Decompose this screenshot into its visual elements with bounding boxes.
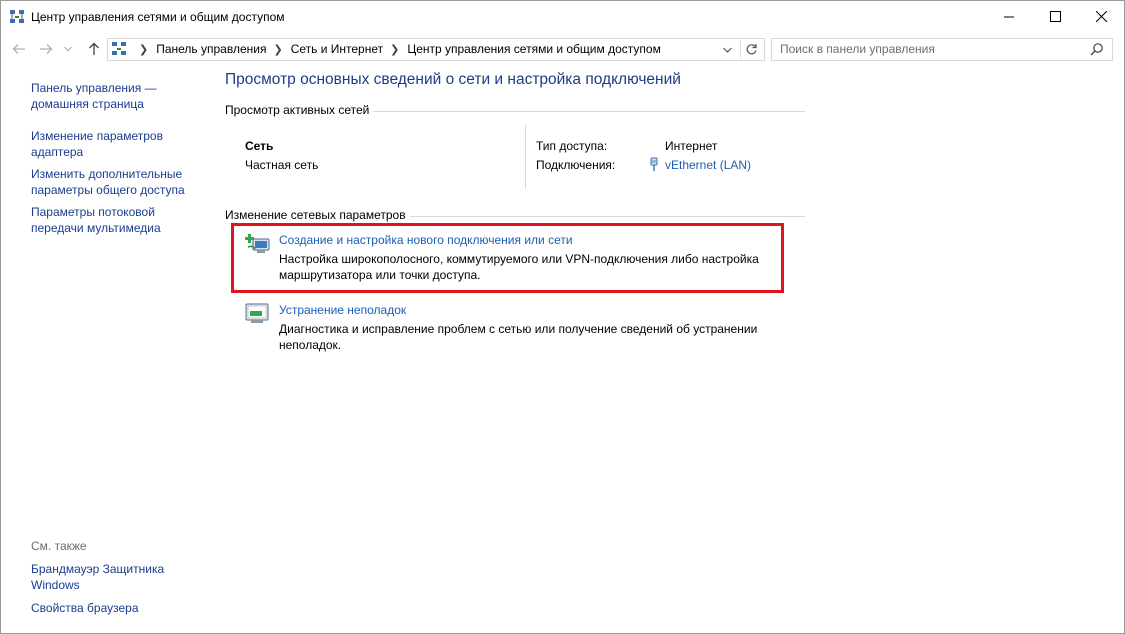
chevron-down-icon — [64, 46, 72, 52]
see-also-link-label: Свойства браузера — [31, 601, 139, 615]
sidebar-link-label: Изменить дополнительные — [31, 167, 183, 181]
back-button[interactable] — [10, 40, 28, 58]
sidebar-link-label: Изменение параметров — [31, 129, 163, 143]
minimize-icon — [1004, 16, 1014, 17]
ethernet-icon — [649, 157, 659, 175]
task-description: Настройка широкополосного, коммутируемог… — [279, 252, 789, 283]
navigation-bar: ❯ Панель управления ❯ Сеть и Интернет ❯ Центр… — [1, 36, 1124, 62]
arrow-up-icon — [89, 42, 99, 55]
network-type: Частная сеть — [245, 158, 319, 172]
minimize-button[interactable] — [986, 1, 1032, 32]
breadcrumb-item-network-internet[interactable]: Сеть и Интернет — [291, 42, 383, 56]
breadcrumb: ❯ Панель управления ❯ Сеть и Интернет ❯ Центр… — [132, 42, 661, 56]
search-input[interactable] — [772, 39, 1080, 58]
sidebar-link-label: параметры общего доступа — [31, 182, 185, 197]
divider — [525, 125, 526, 189]
window-title: Центр управления сетями и общим доступом — [31, 10, 285, 24]
breadcrumb-item-control-panel[interactable]: Панель управления — [156, 42, 266, 56]
page-title: Просмотр основных сведений о сети и наст… — [225, 71, 681, 88]
breadcrumb-separator-icon[interactable]: ❯ — [390, 43, 399, 56]
search-box[interactable] — [771, 38, 1113, 61]
new-connection-icon — [245, 233, 271, 255]
arrow-right-icon — [40, 44, 53, 54]
sidebar-link-label: Параметры потоковой — [31, 205, 155, 219]
close-button[interactable] — [1078, 1, 1124, 32]
see-also-header: См. также — [31, 539, 87, 553]
change-settings-header: Изменение сетевых параметров — [225, 208, 805, 224]
access-type-label: Тип доступа: — [536, 139, 608, 153]
access-type-value: Интернет — [665, 139, 718, 153]
section-header-label: Изменение сетевых параметров — [225, 208, 410, 222]
sidebar-link-control-panel-home[interactable]: Панель управления — домашняя страница — [31, 81, 211, 112]
refresh-button[interactable] — [740, 40, 761, 59]
refresh-icon — [746, 44, 757, 55]
sidebar-link-label: домашняя страница — [31, 96, 144, 111]
title-bar: Центр управления сетями и общим доступом — [1, 1, 1124, 32]
task-description-line: Диагностика и исправление проблем с сеть… — [279, 322, 758, 336]
see-also-link-label: Windows — [31, 577, 80, 592]
network-name: Сеть — [245, 139, 274, 153]
task-description: Диагностика и исправление проблем с сеть… — [279, 322, 789, 353]
troubleshoot-icon — [245, 303, 271, 325]
maximize-button[interactable] — [1032, 1, 1078, 32]
search-icon[interactable] — [1090, 42, 1104, 56]
new-connection-link[interactable]: Создание и настройка нового подключения … — [279, 233, 573, 247]
chevron-down-icon — [722, 47, 732, 53]
forward-button[interactable] — [37, 40, 55, 58]
maximize-icon — [1049, 11, 1061, 22]
network-center-icon — [9, 9, 25, 25]
address-bar[interactable]: ❯ Панель управления ❯ Сеть и Интернет ❯ Центр… — [107, 38, 765, 61]
see-also-link-internet-options[interactable]: Свойства браузера — [31, 601, 211, 617]
breadcrumb-separator-icon[interactable]: ❯ — [273, 43, 282, 56]
close-icon — [1095, 11, 1107, 22]
sidebar-link-label: передачи мультимедиа — [31, 220, 161, 235]
sidebar-link-advanced-sharing[interactable]: Изменить дополнительные параметры общего… — [31, 167, 211, 198]
control-panel-icon — [111, 41, 127, 57]
sidebar-link-label: адаптера — [31, 144, 84, 159]
troubleshoot-link[interactable]: Устранение неполадок — [279, 303, 406, 317]
task-description-line: маршрутизатора или точки доступа. — [279, 267, 481, 282]
sidebar-link-media-streaming[interactable]: Параметры потоковой передачи мультимедиа — [31, 205, 211, 236]
arrow-left-icon — [12, 44, 25, 54]
connection-link-vethernet[interactable]: vEthernet (LAN) — [665, 158, 751, 172]
window: Центр управления сетями и общим доступом — [0, 0, 1125, 634]
see-also-link-label: Брандмауэр Защитника — [31, 562, 165, 576]
task-description-line: неполадок. — [279, 337, 342, 352]
sidebar-link-adapter-settings[interactable]: Изменение параметров адаптера — [31, 129, 211, 160]
sidebar: Панель управления — домашняя страница Из… — [31, 81, 211, 236]
recent-locations-button[interactable] — [62, 40, 74, 58]
up-button[interactable] — [85, 40, 103, 58]
see-also-section: См. также Брандмауэр Защитника Windows С… — [31, 539, 211, 617]
connections-label: Подключения: — [536, 158, 616, 172]
breadcrumb-item-network-center[interactable]: Центр управления сетями и общим доступом — [407, 42, 661, 56]
address-dropdown-button[interactable] — [720, 43, 734, 57]
sidebar-link-label: Панель управления — — [31, 81, 157, 95]
see-also-link-firewall[interactable]: Брандмауэр Защитника Windows — [31, 562, 211, 593]
breadcrumb-separator-icon: ❯ — [139, 44, 149, 56]
task-description-line: Настройка широкополосного, коммутируемог… — [279, 252, 759, 266]
section-header-label: Просмотр активных сетей — [225, 103, 374, 117]
active-networks-header: Просмотр активных сетей — [225, 103, 805, 119]
